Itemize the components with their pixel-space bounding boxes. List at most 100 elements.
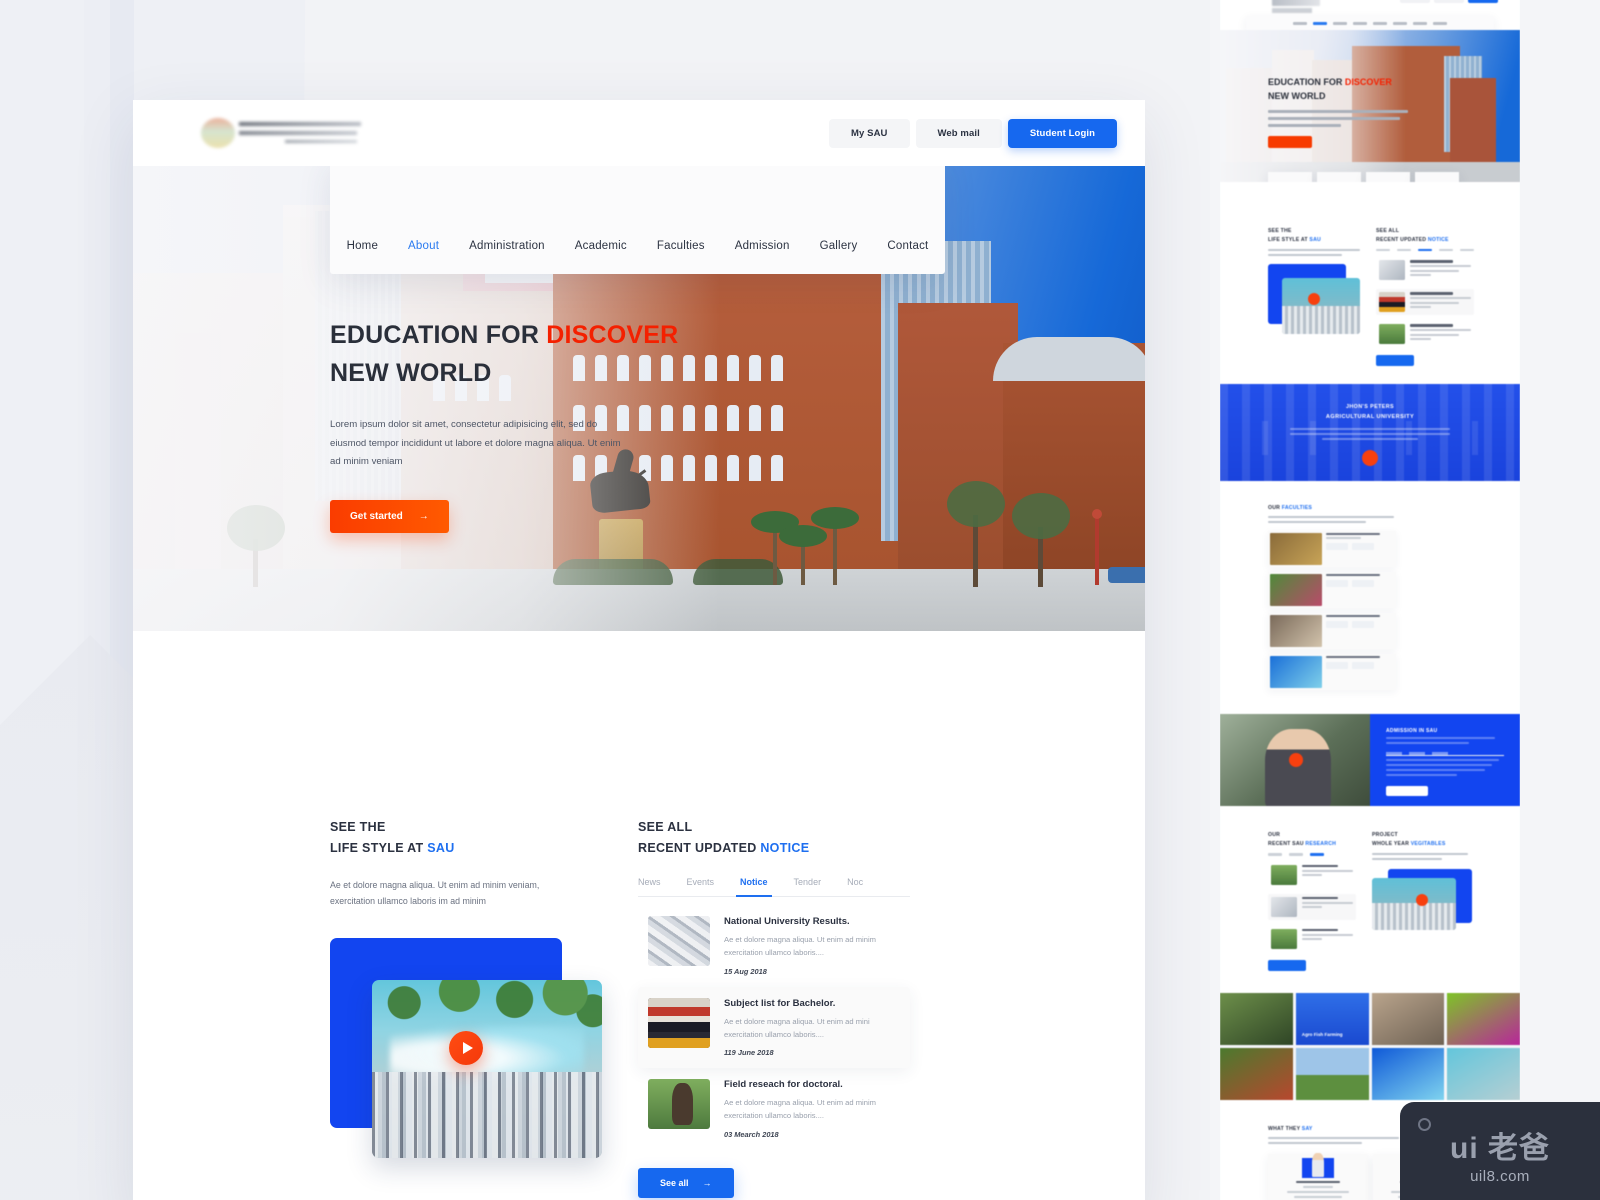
nav-item-home[interactable]: Home bbox=[347, 240, 378, 252]
lifestyle-title-accent: SAU bbox=[427, 841, 455, 855]
watermark-sub-text: uil8.com bbox=[1470, 1168, 1530, 1185]
notice-date: 15 Aug 2018 bbox=[724, 966, 767, 976]
notice-date: 119 June 2018 bbox=[724, 1048, 774, 1058]
tab-events[interactable]: Events bbox=[687, 877, 715, 896]
notice-item[interactable]: Field reseach for doctoral. Ae et dolore… bbox=[638, 1068, 910, 1150]
preview-video-card[interactable] bbox=[1268, 264, 1360, 334]
web-mail-button[interactable]: Web mail bbox=[915, 118, 1002, 148]
preview-play-icon[interactable] bbox=[1308, 293, 1320, 305]
nav-item-admission[interactable]: Admission bbox=[735, 240, 790, 252]
preview-feature-card[interactable] bbox=[1317, 172, 1361, 182]
preview-banner-play-icon[interactable] bbox=[1362, 450, 1378, 467]
preview-faculty-card[interactable] bbox=[1268, 613, 1396, 650]
hero-headline-accent: DISCOVER bbox=[546, 321, 679, 349]
video-thumbnail[interactable] bbox=[372, 979, 602, 1158]
tab-notice[interactable]: Notice bbox=[736, 877, 772, 897]
preview-get-started-button[interactable] bbox=[1268, 136, 1312, 148]
preview-research-item[interactable] bbox=[1268, 862, 1356, 888]
see-all-label: See all bbox=[660, 1177, 689, 1188]
preview-testimonial-card[interactable] bbox=[1268, 1152, 1368, 1200]
main-navigation: Home About Administration Academic Facul… bbox=[347, 240, 929, 252]
tree-1 bbox=[947, 481, 1005, 587]
lifestyle-paragraph: Ae et dolore magna aliqua. Ut enim ad mi… bbox=[330, 880, 540, 907]
navigation-card: Home About Administration Academic Facul… bbox=[330, 166, 945, 274]
preview-faculty-card[interactable] bbox=[1268, 531, 1396, 568]
gallery-tile[interactable]: Agro Fish Farming bbox=[1295, 992, 1369, 1045]
preview-banner-line-2: AGRICULTURAL UNIVERSITY bbox=[1325, 414, 1415, 421]
preview-admission-tabs[interactable] bbox=[1386, 752, 1504, 756]
student-login-button[interactable]: Student Login bbox=[1007, 118, 1117, 148]
preview-my-sau-button[interactable] bbox=[1400, 0, 1430, 3]
preview-faculty-card[interactable] bbox=[1268, 654, 1396, 691]
notice-item[interactable]: Subject list for Bachelor. Ae et dolore … bbox=[638, 986, 910, 1069]
preview-notice-tabs[interactable] bbox=[1376, 249, 1474, 252]
gallery-tile[interactable] bbox=[1220, 992, 1293, 1045]
stadium-arc bbox=[993, 337, 1145, 381]
gallery-tile[interactable] bbox=[1371, 992, 1445, 1045]
top-bar: My SAU Web mail Student Login bbox=[133, 100, 1145, 166]
preview-research-item[interactable] bbox=[1268, 893, 1356, 920]
preview-web-mail-button[interactable] bbox=[1434, 0, 1464, 3]
logo-text-line-2 bbox=[239, 131, 357, 135]
preview-lifestyle-title: LIFE STYLE AT SAU bbox=[1268, 237, 1321, 243]
preview-research-tabs[interactable] bbox=[1268, 853, 1356, 856]
my-sau-button[interactable]: My SAU bbox=[829, 118, 910, 148]
preview-research-kicker: OUR bbox=[1268, 832, 1281, 839]
nav-item-about[interactable]: About bbox=[408, 240, 439, 252]
preview-admission-play-icon[interactable] bbox=[1289, 753, 1303, 768]
preview-faculties-grid bbox=[1268, 531, 1472, 691]
play-icon[interactable] bbox=[449, 1030, 483, 1065]
preview-faculties-section: OUR FACULTIES bbox=[1220, 481, 1520, 715]
preview-project-col: PROJECT WHOLE YEAR VEGITABLES bbox=[1372, 832, 1472, 970]
street-lamp bbox=[1092, 509, 1102, 585]
preview-navigation[interactable] bbox=[1246, 16, 1494, 30]
preview-banner-paragraph bbox=[1290, 428, 1450, 441]
lifestyle-column: SEE THE LIFE STYLE AT SAU Ae et dolore m… bbox=[330, 820, 602, 1198]
preview-logo-sub bbox=[1272, 8, 1312, 13]
preview-feature-card[interactable] bbox=[1415, 172, 1459, 182]
preview-notice-item[interactable] bbox=[1376, 321, 1474, 347]
nav-item-faculties[interactable]: Faculties bbox=[657, 240, 705, 252]
website-mockup: My SAU Web mail Student Login Home About… bbox=[133, 100, 1145, 1200]
nav-item-gallery[interactable]: Gallery bbox=[820, 240, 858, 252]
gallery-tile[interactable] bbox=[1447, 992, 1520, 1045]
photo-crowd bbox=[372, 1072, 602, 1158]
hero-headline-part-1: EDUCATION FOR bbox=[330, 321, 547, 349]
see-all-button[interactable]: See all → bbox=[638, 1167, 734, 1198]
nav-item-academic[interactable]: Academic bbox=[575, 240, 627, 252]
preview-hero-title-line2: NEW WORLD bbox=[1268, 90, 1326, 101]
tab-news[interactable]: News bbox=[638, 877, 661, 896]
preview-feature-card[interactable] bbox=[1366, 172, 1410, 182]
preview-faculty-card[interactable] bbox=[1268, 572, 1396, 609]
tab-noc[interactable]: Noc bbox=[847, 877, 863, 896]
preview-project-play-icon[interactable] bbox=[1416, 894, 1428, 907]
tab-tender[interactable]: Tender bbox=[794, 877, 822, 896]
preview-student-login-button[interactable] bbox=[1468, 0, 1498, 3]
preview-research-item[interactable] bbox=[1268, 926, 1356, 952]
logo-text-line-3 bbox=[285, 140, 357, 143]
preview-admission-button[interactable] bbox=[1386, 785, 1428, 796]
lifestyle-title: LIFE STYLE AT SAU bbox=[330, 841, 580, 855]
get-started-button[interactable]: Get started → bbox=[330, 500, 449, 534]
gallery-tile[interactable] bbox=[1295, 1047, 1369, 1100]
preview-faculties-title: OUR FACULTIES bbox=[1268, 505, 1313, 512]
nav-item-contact[interactable]: Contact bbox=[887, 240, 928, 252]
preview-feature-card[interactable] bbox=[1268, 172, 1312, 182]
gallery-tile[interactable] bbox=[1220, 1047, 1293, 1100]
preview-project-video[interactable] bbox=[1372, 869, 1472, 931]
notice-thumbnail bbox=[648, 1079, 710, 1130]
preview-see-all-button[interactable] bbox=[1376, 355, 1414, 367]
full-page-preview[interactable]: EDUCATION FOR DISCOVER NEW WORLD SEE THE… bbox=[1220, 0, 1520, 1200]
university-logo[interactable] bbox=[193, 116, 369, 150]
lifestyle-kicker: SEE THE bbox=[330, 820, 386, 834]
gallery-tile[interactable] bbox=[1371, 1047, 1445, 1100]
notice-item[interactable]: National University Results. Ae et dolor… bbox=[638, 905, 910, 987]
preview-hero-title-accent: DISCOVER bbox=[1344, 77, 1392, 87]
nav-item-administration[interactable]: Administration bbox=[469, 240, 545, 252]
preview-notice-item[interactable] bbox=[1376, 257, 1474, 283]
preview-research-see-all-button[interactable] bbox=[1268, 959, 1306, 971]
gallery-tile[interactable] bbox=[1447, 1047, 1520, 1100]
preview-gallery-grid: Agro Fish Farming bbox=[1220, 992, 1520, 1100]
preview-notice-item[interactable] bbox=[1376, 289, 1474, 316]
preview-project-kicker: PROJECT bbox=[1372, 832, 1398, 839]
